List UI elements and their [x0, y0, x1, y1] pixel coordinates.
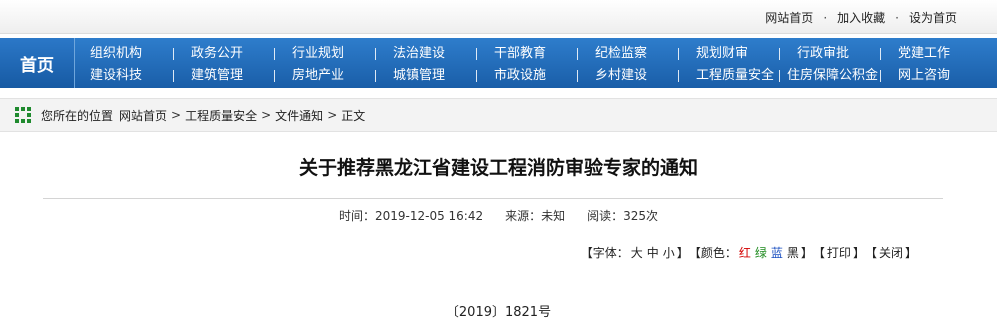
color-label: 颜色： [700, 246, 737, 260]
site-home-link[interactable]: 网站首页 [765, 9, 813, 26]
close-button[interactable]: 关闭 [879, 244, 903, 261]
top-links: 网站首页 · 加入收藏 · 设为首页 [765, 9, 957, 26]
nav-separator [375, 48, 376, 60]
nav-item-urban[interactable]: 城镇管理 [393, 66, 445, 86]
article-meta: 时间：2019-12-05 16:42 来源：未知 阅读：325次 [0, 207, 997, 224]
article-title: 关于推荐黑龙江省建设工程消防审验专家的通知 [298, 157, 698, 179]
bracket-open: 【 [864, 246, 877, 260]
nav-item-party[interactable]: 党建工作 [898, 44, 950, 64]
breadcrumb-quality-safety[interactable]: 工程质量安全 [185, 107, 257, 124]
nav-item-consult[interactable]: 网上咨询 [898, 66, 950, 86]
nav-item-construction[interactable]: 建筑管理 [191, 66, 243, 86]
color-green-button[interactable]: 绿 [755, 244, 767, 261]
bracket-close: 】 [852, 246, 865, 260]
nav-item-planning[interactable]: 行业规划 [292, 44, 344, 64]
color-black-button[interactable]: 黑 [787, 244, 799, 261]
nav-item-municipal[interactable]: 市政设施 [494, 66, 546, 86]
nav-item-finance[interactable]: 规划财审 [696, 44, 748, 64]
bracket-open: 【 [812, 246, 825, 260]
location-grid-icon [15, 107, 31, 123]
nav-separator [577, 48, 578, 60]
nav-item-education[interactable]: 干部教育 [494, 44, 546, 64]
breadcrumb-notices[interactable]: 文件通知 [275, 107, 323, 124]
nav-separator [173, 48, 174, 60]
font-small-button[interactable]: 小 [663, 244, 675, 261]
nav-item-quality-safety[interactable]: 工程质量安全 [696, 66, 774, 86]
bracket-open: 【 [688, 246, 701, 260]
title-divider [43, 198, 943, 199]
breadcrumb-separator: > [261, 108, 272, 122]
publish-time: 时间：2019-12-05 16:42 [338, 209, 484, 223]
nav-separator [173, 70, 174, 82]
article-source: 来源：未知 [505, 209, 566, 223]
font-medium-button[interactable]: 中 [647, 244, 659, 261]
breadcrumb-separator: > [171, 108, 182, 122]
breadcrumb-bar: 您所在的位置 网站首页 > 工程质量安全 > 文件通知 > 正文 [0, 98, 997, 132]
article-tools: 【 字体： 大 中 小 】 【 颜色： 红 绿 蓝 黑 】 【 打印 】 【 关… [581, 244, 917, 261]
read-count: 阅读：325次 [587, 209, 659, 223]
nav-separator [577, 70, 578, 82]
print-button[interactable]: 打印 [827, 244, 851, 261]
color-red-button[interactable]: 红 [739, 244, 751, 261]
add-favorite-link[interactable]: 加入收藏 [837, 9, 885, 26]
nav-separator [880, 70, 881, 82]
set-homepage-link[interactable]: 设为首页 [909, 9, 957, 26]
nav-item-tech[interactable]: 建设科技 [90, 66, 142, 86]
document-number: 〔2019〕1821号 [445, 305, 552, 320]
breadcrumb: 您所在的位置 网站首页 > 工程质量安全 > 文件通知 > 正文 [41, 107, 365, 124]
top-bar: 网站首页 · 加入收藏 · 设为首页 [0, 0, 997, 34]
nav-item-org[interactable]: 组织机构 [90, 44, 142, 64]
bracket-close: 】 [904, 246, 917, 260]
nav-item-housing-fund[interactable]: 住房保障公积金 [787, 66, 878, 86]
separator-dot: · [823, 10, 828, 25]
nav-separator [779, 48, 780, 60]
nav-item-gov-affairs[interactable]: 政务公开 [191, 44, 243, 64]
nav-separator [375, 70, 376, 82]
main-nav: 首页 组织机构 政务公开 行业规划 法治建设 干部教育 纪检监察 规划财审 行政… [0, 38, 997, 88]
breadcrumb-prefix: 您所在的位置 [41, 108, 114, 123]
nav-separator [678, 48, 679, 60]
breadcrumb-home[interactable]: 网站首页 [119, 107, 167, 124]
bracket-open: 【 [580, 246, 593, 260]
nav-separator [779, 70, 780, 82]
nav-row-2: 建设科技 建筑管理 房地产业 城镇管理 市政设施 乡村建设 工程质量安全 住房保… [76, 66, 997, 86]
nav-separator [274, 70, 275, 82]
nav-separator [476, 70, 477, 82]
nav-home-tab[interactable]: 首页 [0, 38, 75, 88]
nav-item-rural[interactable]: 乡村建设 [595, 66, 647, 86]
font-size-label: 字体： [592, 246, 629, 260]
font-large-button[interactable]: 大 [631, 244, 643, 261]
nav-item-approval[interactable]: 行政审批 [797, 44, 849, 64]
breadcrumb-current: 正文 [341, 108, 366, 123]
nav-separator [476, 48, 477, 60]
nav-item-discipline[interactable]: 纪检监察 [595, 44, 647, 64]
nav-separator [880, 48, 881, 60]
separator-dot: · [895, 10, 899, 25]
breadcrumb-separator: > [327, 108, 338, 122]
nav-separator [274, 48, 275, 60]
bracket-close: 】 [676, 246, 689, 260]
nav-item-real-estate[interactable]: 房地产业 [292, 66, 344, 86]
nav-separator [678, 70, 679, 82]
nav-item-legal[interactable]: 法治建设 [393, 44, 445, 64]
nav-row-1: 组织机构 政务公开 行业规划 法治建设 干部教育 纪检监察 规划财审 行政审批 … [76, 44, 997, 64]
color-blue-button[interactable]: 蓝 [771, 244, 783, 261]
bracket-close: 】 [800, 246, 813, 260]
